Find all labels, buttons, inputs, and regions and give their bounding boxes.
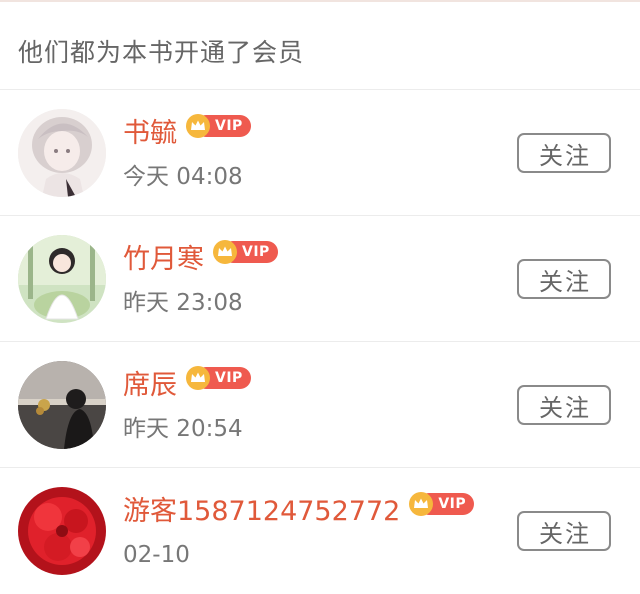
join-time: 今天 04:08 — [123, 164, 243, 190]
vip-badge: VIP — [185, 365, 251, 391]
member-list: 书毓 VIP 今天 04:08 关注 竹月寒 VIP 昨天 23:08 关注 席… — [0, 90, 640, 594]
member-row: 书毓 VIP 今天 04:08 关注 — [0, 90, 640, 216]
follow-button[interactable]: 关注 — [517, 511, 611, 551]
join-time: 昨天 20:54 — [123, 416, 243, 442]
member-row: 席辰 VIP 昨天 20:54 关注 — [0, 342, 640, 468]
cartoon-bride-avatar-icon — [18, 235, 106, 323]
vip-badge: VIP — [212, 239, 278, 265]
member-row: 游客1587124752772 VIP 02-10 关注 — [0, 468, 640, 594]
join-time: 昨天 23:08 — [123, 290, 243, 316]
member-row: 竹月寒 VIP 昨天 23:08 关注 — [0, 216, 640, 342]
section-title: 他们都为本书开通了会员 — [18, 38, 305, 67]
girl-with-flowers-avatar-icon — [18, 361, 106, 449]
username[interactable]: 游客1587124752772 — [123, 494, 400, 530]
user-avatar[interactable] — [18, 109, 106, 197]
members-header: 他们都为本书开通了会员 — [0, 2, 640, 90]
anime-girl-avatar-icon — [18, 109, 106, 197]
red-flower-avatar-icon — [18, 487, 106, 575]
vip-badge: VIP — [408, 491, 475, 517]
follow-button[interactable]: 关注 — [517, 385, 611, 425]
join-time: 02-10 — [123, 542, 190, 568]
username[interactable]: 竹月寒 — [123, 242, 204, 278]
username[interactable]: 席辰 — [123, 368, 177, 404]
user-avatar[interactable] — [18, 361, 106, 449]
follow-button[interactable]: 关注 — [517, 133, 611, 173]
username[interactable]: 书毓 — [123, 116, 177, 152]
crown-icon — [408, 491, 434, 517]
crown-icon — [185, 365, 211, 391]
vip-badge: VIP — [185, 113, 251, 139]
user-avatar[interactable] — [18, 235, 106, 323]
crown-icon — [212, 239, 238, 265]
crown-icon — [185, 113, 211, 139]
user-avatar[interactable] — [18, 487, 106, 575]
follow-button[interactable]: 关注 — [517, 259, 611, 299]
